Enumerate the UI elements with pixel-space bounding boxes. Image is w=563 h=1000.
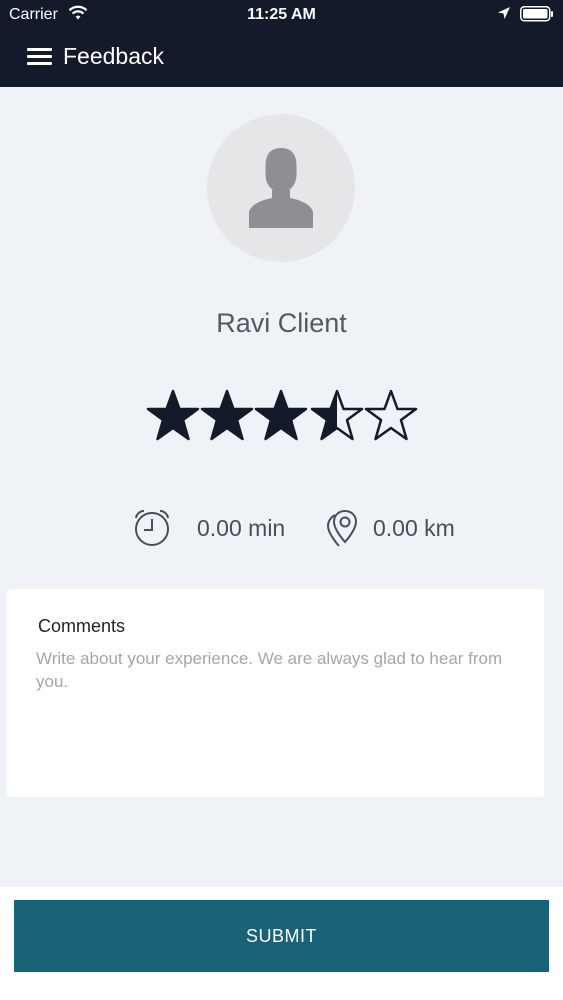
alarm-clock-icon xyxy=(131,508,173,553)
location-arrow-icon xyxy=(497,6,511,25)
avatar xyxy=(207,114,355,262)
comments-card: Comments xyxy=(7,589,544,797)
comments-input[interactable] xyxy=(36,647,506,777)
battery-icon xyxy=(520,6,554,27)
status-bar: Carrier 11:25 AM xyxy=(0,0,563,30)
map-pin-icon xyxy=(326,508,360,553)
person-silhouette-icon xyxy=(249,148,313,228)
client-name: Ravi Client xyxy=(216,308,347,338)
star-icon[interactable] xyxy=(146,388,200,446)
half-star-icon[interactable] xyxy=(310,388,364,446)
star-icon[interactable] xyxy=(254,388,308,446)
comments-label: Comments xyxy=(38,616,126,636)
empty-star-icon[interactable] xyxy=(364,388,418,446)
star-rating[interactable] xyxy=(146,388,418,448)
hamburger-menu-icon[interactable] xyxy=(27,48,52,66)
app-header: Carrier 11:25 AM Feedback xyxy=(0,0,563,87)
page-title: Feedback xyxy=(63,43,165,69)
status-time: 11:25 AM xyxy=(247,6,316,23)
submit-button[interactable]: SUBMIT xyxy=(14,900,549,972)
star-icon[interactable] xyxy=(200,388,254,446)
trip-distance: 0.00 km xyxy=(373,515,455,541)
trip-duration: 0.00 min xyxy=(197,515,286,541)
